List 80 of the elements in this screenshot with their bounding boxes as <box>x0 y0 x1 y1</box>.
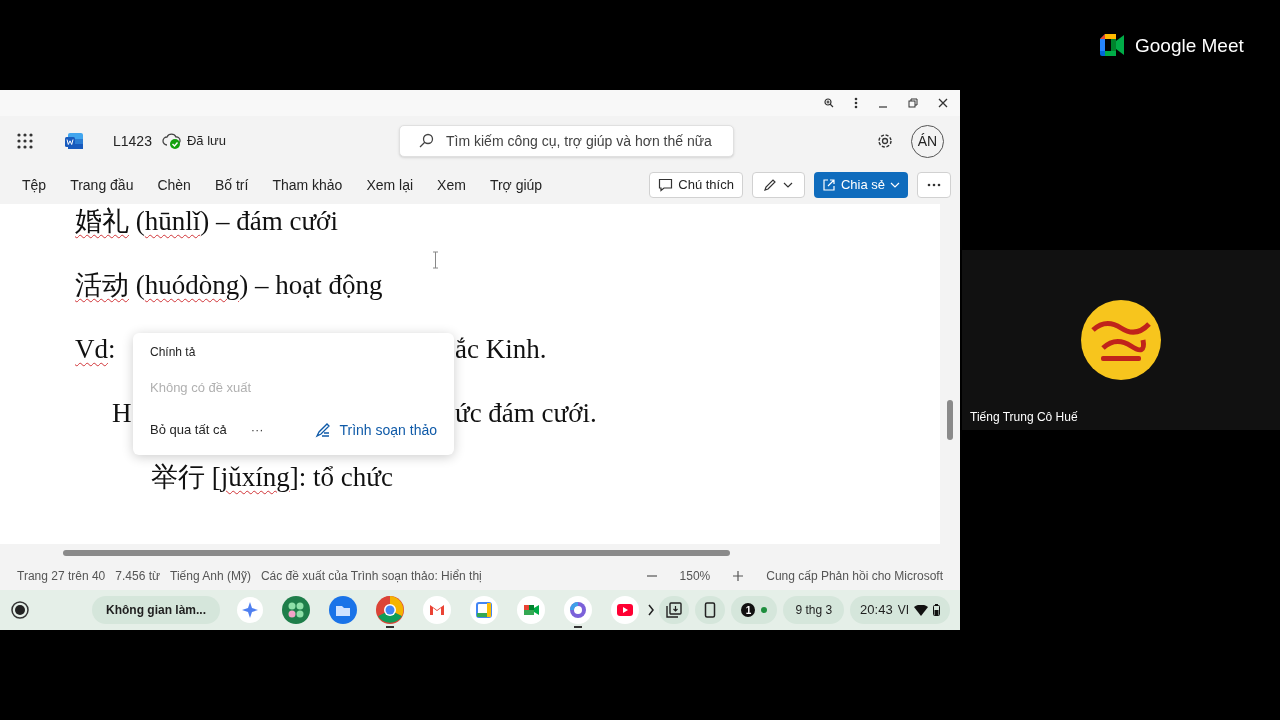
more-icon <box>927 183 941 187</box>
sparkle-icon[interactable] <box>237 597 263 623</box>
zoom-icon[interactable] <box>824 98 834 108</box>
meet-logo-icon <box>1100 34 1126 56</box>
editing-mode-button[interactable] <box>751 172 805 198</box>
search-field[interactable]: Tìm kiếm công cụ, trợ giúp và hơn thế nữa <box>399 125 734 157</box>
popup-title: Chính tả <box>150 344 197 360</box>
swirl-icon[interactable] <box>564 596 592 624</box>
caret-icon <box>890 182 900 188</box>
ignore-all-button[interactable]: Bỏ qua tất cả <box>150 422 227 438</box>
browser-icon[interactable] <box>376 596 404 624</box>
date-pill[interactable]: 9 thg 3 <box>783 596 845 624</box>
restore-icon[interactable] <box>908 98 918 108</box>
mail-icon[interactable] <box>423 596 451 624</box>
document-text: Vd: <box>75 334 116 364</box>
app-launcher-icon[interactable] <box>16 132 34 150</box>
screenshot-button[interactable] <box>659 596 690 624</box>
system-tray[interactable]: 20:43 VI <box>850 596 950 624</box>
video-camera-icon[interactable] <box>517 596 545 624</box>
close-icon[interactable] <box>938 98 948 108</box>
folder-icon[interactable] <box>329 596 357 624</box>
search-icon <box>418 133 434 149</box>
ribbon-tab[interactable]: Tệp <box>22 174 47 196</box>
no-suggestions-text: Không có đề xuất <box>150 380 253 396</box>
share-icon <box>821 178 836 192</box>
save-status: Đã lưu <box>186 132 226 151</box>
more-button[interactable]: ··· <box>250 422 264 438</box>
language-status[interactable]: Tiếng Anh (Mỹ) <box>170 567 251 585</box>
text-cursor-icon <box>432 251 439 269</box>
document-text: ắc Kinh. <box>455 334 547 364</box>
ribbon-tab[interactable]: Xem <box>437 174 466 196</box>
participant-name: Tiếng Trung Cô Huế <box>970 409 1078 426</box>
document-name[interactable]: L1423 <box>113 130 152 152</box>
battery-icon <box>933 604 940 616</box>
apps-icon[interactable] <box>282 596 310 624</box>
phone-icon <box>704 602 717 618</box>
pen-icon <box>315 422 332 438</box>
document-text: 举行 [jǔxíng]: tổ chức <box>151 462 393 492</box>
desk-button[interactable]: Không gian làm... <box>92 596 220 624</box>
ribbon-tab[interactable]: Trang đầu <box>70 174 134 196</box>
clock-time: 20:43 <box>860 601 893 620</box>
calendar-icon[interactable] <box>470 596 498 624</box>
meet-brand: Google Meet <box>1135 34 1244 58</box>
play-icon[interactable] <box>611 596 639 624</box>
word-count: 7.456 từ <box>115 568 160 585</box>
document-text: 婚礼 (hūnlǐ) – đám cưới <box>75 206 338 236</box>
notification-count: 1 <box>741 603 756 617</box>
ribbon-tab[interactable]: Trợ giúp <box>489 174 543 196</box>
editor-suggestions-status[interactable]: Các đề xuất của Trình soạn thảo: Hiển thị <box>260 567 482 585</box>
pen-icon <box>763 178 778 192</box>
phone-hub-button[interactable] <box>695 596 726 624</box>
input-method: VI <box>897 602 909 619</box>
notification-pill[interactable]: 1 <box>731 596 778 624</box>
share-button[interactable]: Chia sẻ <box>813 172 908 198</box>
vertical-scrollbar-thumb[interactable] <box>947 400 953 440</box>
kebab-menu-icon[interactable] <box>854 97 858 109</box>
horizontal-scrollbar-thumb[interactable] <box>63 550 730 556</box>
word-logo-icon[interactable] <box>64 131 84 151</box>
chevron-right-icon[interactable] <box>647 604 655 616</box>
wifi-icon <box>914 604 928 616</box>
caret-icon <box>783 182 794 188</box>
ribbon-tab[interactable]: Tham khảo <box>272 174 343 196</box>
document-text: 活动 (huódòng) – hoạt động <box>75 270 383 300</box>
document-text: ức đám cưới. <box>455 398 597 428</box>
editor-button[interactable]: Trình soạn thảo <box>315 422 437 438</box>
settings-icon[interactable] <box>876 132 894 150</box>
cloud-check-icon <box>161 132 182 150</box>
comment-button[interactable]: Chú thích <box>649 172 743 198</box>
comment-icon <box>658 178 674 192</box>
document-text: H <box>112 398 132 428</box>
stack-icon <box>666 602 683 618</box>
zoom-level[interactable]: 150% <box>679 567 711 585</box>
ribbon-tab[interactable]: Chèn <box>157 174 191 196</box>
page-count: Trang 27 trên 40 <box>17 568 106 585</box>
ribbon-tab[interactable]: Bố trí <box>214 174 249 196</box>
status-dot-icon <box>761 607 768 613</box>
feedback-link[interactable]: Cung cấp Phản hồi cho Microsoft <box>766 567 943 585</box>
zoom-in-icon[interactable] <box>732 570 745 582</box>
launcher-icon[interactable] <box>10 600 30 620</box>
ribbon-tab[interactable]: Xem lại <box>366 174 414 196</box>
